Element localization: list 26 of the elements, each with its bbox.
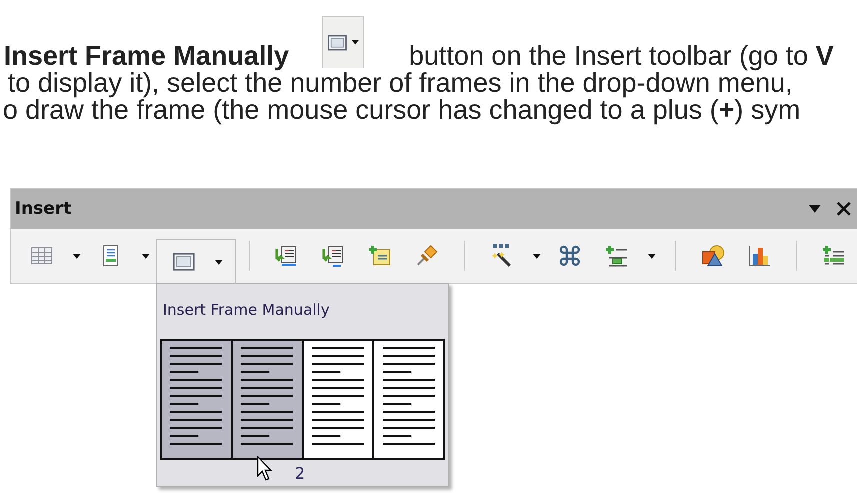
magic-wand-icon	[490, 244, 514, 268]
list-add-icon	[822, 244, 846, 268]
frame-column[interactable]	[374, 341, 443, 458]
toolbar-title: Insert	[15, 199, 72, 219]
command-key-icon	[558, 244, 582, 268]
close-icon[interactable]	[837, 202, 851, 216]
paragraph-text: button on the Insert toolbar (go to V	[409, 43, 834, 70]
pushpin-icon	[415, 244, 440, 268]
paragraph-text: to display it), select the number of frames in the drop-down menu,	[7, 70, 794, 97]
caption-icon	[321, 244, 346, 268]
paragraph-text: Insert Frame Manually	[4, 43, 290, 70]
frame-column[interactable]	[232, 341, 304, 458]
list-add-icon	[605, 244, 630, 268]
frame-icon	[172, 250, 196, 274]
paragraph-text: o draw the frame (the mouse cursor has changed to a plus (+) sym	[3, 97, 802, 124]
mouse-pointer-icon	[257, 456, 273, 482]
caret-icon[interactable]	[809, 205, 821, 213]
frame-column[interactable]	[304, 341, 374, 458]
frame-count-label: 2	[295, 464, 306, 483]
shapes-icon	[700, 244, 725, 268]
menu-title: Insert Frame Manually	[162, 300, 331, 321]
note-add-icon	[368, 244, 392, 268]
frame-column[interactable]	[162, 341, 233, 458]
frame-dropdown-button-image	[322, 16, 364, 68]
caption-icon	[274, 244, 298, 268]
bar-chart-icon	[748, 244, 772, 268]
